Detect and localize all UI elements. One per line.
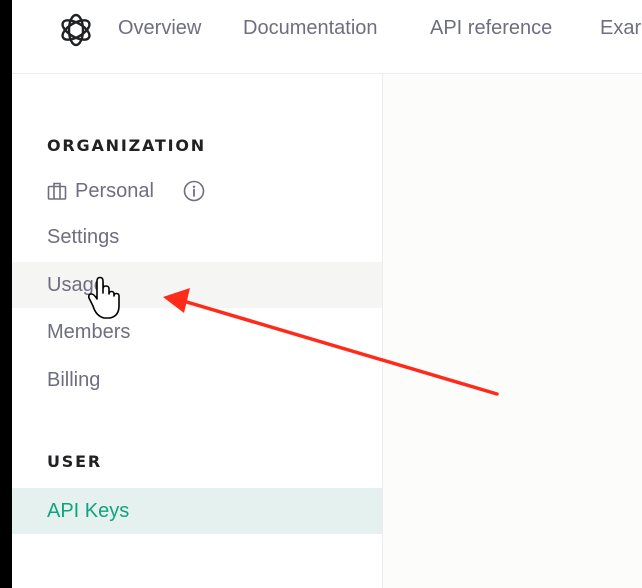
sidebar-item-billing[interactable]: Billing xyxy=(12,357,382,403)
sidebar-item-usage[interactable]: Usage xyxy=(12,262,382,308)
sidebar-item-label: Settings xyxy=(47,226,120,248)
sidebar-item-label: API Keys xyxy=(47,500,130,522)
sidebar-item-api-keys[interactable]: API Keys xyxy=(12,488,382,534)
nav-documentation[interactable]: Documentation xyxy=(243,17,378,40)
sidebar-item-settings[interactable]: Settings xyxy=(12,214,382,260)
sidebar-item-label: Billing xyxy=(47,369,101,391)
nav-api-reference[interactable]: API reference xyxy=(430,17,552,40)
building-icon xyxy=(47,182,67,200)
user-heading: USER xyxy=(47,452,102,471)
info-icon[interactable] xyxy=(183,180,205,202)
nav-overview[interactable]: Overview xyxy=(118,17,201,40)
organization-heading: ORGANIZATION xyxy=(47,136,206,155)
nav-examples[interactable]: Exar xyxy=(600,17,641,40)
organization-name: Personal xyxy=(75,180,154,202)
sidebar-item-label: Members xyxy=(47,321,131,343)
screen-left-edge xyxy=(0,0,12,588)
top-navigation: Overview Documentation API reference Exa… xyxy=(12,0,642,74)
sidebar-item-members[interactable]: Members xyxy=(12,309,382,355)
organization-selector[interactable]: Personal xyxy=(12,168,382,214)
sidebar-item-label: Usage xyxy=(47,274,105,296)
sidebar: ORGANIZATION Personal Settings Usage Mem… xyxy=(12,74,383,588)
openai-logo-icon[interactable] xyxy=(58,12,94,48)
